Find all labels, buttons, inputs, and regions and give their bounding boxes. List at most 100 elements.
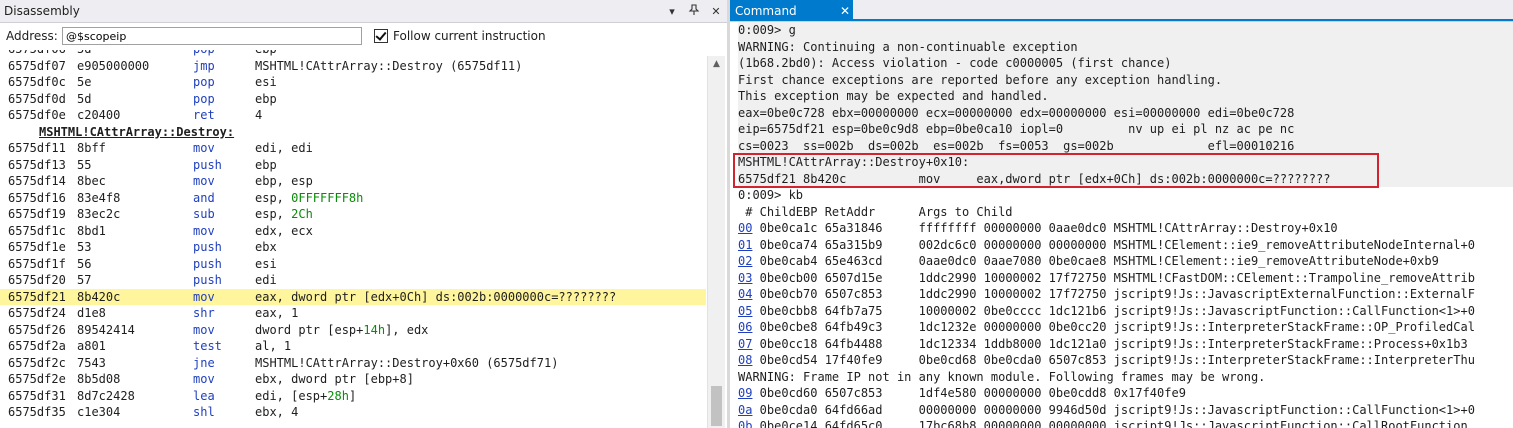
line-text: 0be0cb70 6507c853 1ddc2990 10000002 17f7… bbox=[752, 287, 1475, 301]
address-bar: Address: Follow current instruction bbox=[0, 23, 727, 49]
pin-icon[interactable] bbox=[683, 3, 705, 19]
disassembly-row[interactable]: 6575df0d 5d pop ebp bbox=[0, 91, 706, 108]
line-text: 0be0ca1c 65a31846 ffffffff 00000000 0aae… bbox=[752, 221, 1338, 235]
disassembly-row[interactable]: 6575df26 89542414 mov dword ptr [esp+14h], … bbox=[0, 322, 706, 339]
instruction-address: 6575df1f bbox=[8, 256, 66, 271]
instruction-operands: MSHTML!CAttrArray::Destroy+0x60 (6575df7… bbox=[255, 355, 558, 372]
disassembly-pane: Disassembly ▾ ✕ Address: Follow current … bbox=[0, 0, 727, 428]
instruction-mnemonic: pop bbox=[193, 75, 215, 89]
operand-text: ebx, dword ptr [ebp+8] bbox=[255, 372, 414, 386]
disassembly-row[interactable]: 6575df2a a801 test al, 1 bbox=[0, 338, 706, 355]
tab-command[interactable]: Command ✕ bbox=[730, 0, 853, 21]
instruction-bytes: 57 bbox=[77, 273, 92, 287]
instruction-address: 6575df06 bbox=[8, 50, 66, 58]
disassembly-listing[interactable]: 6575df06 5d pop ebp 6575df07 e905000000 jmp MSH… bbox=[0, 50, 706, 428]
command-output[interactable]: 0:009> g WARNING: Continuing a non-contin… bbox=[738, 22, 1513, 428]
scroll-up-arrow-icon[interactable]: ▲ bbox=[708, 56, 725, 73]
instruction-operands: ebp bbox=[255, 91, 277, 108]
frame-number-link[interactable]: 09 bbox=[738, 386, 752, 400]
instruction-operands: edi, edi bbox=[255, 140, 313, 157]
instruction-bytes: 83ec2c bbox=[77, 207, 121, 221]
disassembly-row[interactable]: 6575df13 55 push ebp bbox=[0, 157, 706, 174]
line-text: # ChildEBP RetAddr Args to Child bbox=[738, 204, 1013, 219]
frame-number-link[interactable]: 07 bbox=[738, 337, 752, 351]
operand-text: esp, bbox=[255, 190, 292, 205]
command-output-line: WARNING: Continuing a non-continuable ex… bbox=[738, 38, 1513, 55]
current-instruction-row[interactable]: 6575df21 8b420c mov eax, dword ptr [edx+0Ch… bbox=[0, 288, 706, 306]
disassembly-row[interactable]: 6575df19 83ec2c sub esp, 2Ch bbox=[0, 206, 706, 223]
disassembly-row[interactable]: 6575df1f 56 push esi bbox=[0, 256, 706, 273]
disassembly-row[interactable]: 6575df0e c20400 ret 4 bbox=[0, 107, 706, 124]
disassembly-row[interactable]: 6575df1e 53 push ebx bbox=[0, 239, 706, 256]
instruction-address: 6575df1c bbox=[8, 223, 66, 238]
disassembly-row[interactable]: 6575df16 83e4f8 and esp, 0FFFFFFF8h bbox=[0, 190, 706, 207]
frame-number-link[interactable]: 05 bbox=[738, 304, 752, 318]
disassembly-row[interactable]: 6575df1c 8bd1 mov edx, ecx bbox=[0, 223, 706, 240]
instruction-operands: edi bbox=[255, 272, 277, 289]
stack-frame-line: 0b 0be0ce14 64fd65c0 17bc68b8 00000000 0… bbox=[738, 418, 1513, 428]
frame-number-link[interactable]: 06 bbox=[738, 320, 752, 334]
instruction-mnemonic: mov bbox=[193, 141, 215, 155]
instruction-mnemonic: and bbox=[193, 190, 215, 205]
command-output-line: # ChildEBP RetAddr Args to Child bbox=[738, 204, 1513, 221]
instruction-address: 6575df24 bbox=[8, 306, 66, 320]
frame-number-link[interactable]: 0a bbox=[738, 403, 752, 417]
stack-frame-line: 00 0be0ca1c 65a31846 ffffffff 00000000 0… bbox=[738, 220, 1513, 237]
frame-number-link[interactable]: 04 bbox=[738, 287, 752, 301]
instruction-mnemonic: lea bbox=[193, 388, 215, 403]
close-icon[interactable]: ✕ bbox=[705, 5, 727, 18]
command-output-line: cs=0023 ss=002b ds=002b es=002b fs=0053 … bbox=[738, 137, 1513, 154]
instruction-address: 6575df2a bbox=[8, 339, 66, 353]
line-text: This exception may be expected and handl… bbox=[738, 89, 1049, 103]
scrollbar-thumb[interactable] bbox=[711, 386, 722, 426]
symbol-label-row[interactable]: MSHTML!CAttrArray::Destroy: bbox=[0, 124, 706, 141]
frame-number-link[interactable]: 03 bbox=[738, 271, 752, 285]
instruction-bytes: 7543 bbox=[77, 355, 106, 370]
instruction-bytes: c20400 bbox=[77, 108, 121, 122]
disassembly-scrollbar[interactable]: ▲ bbox=[707, 56, 725, 428]
instruction-bytes: 89542414 bbox=[77, 322, 135, 337]
instruction-bytes: 5d bbox=[77, 91, 92, 106]
frame-number-link[interactable]: 01 bbox=[738, 238, 752, 252]
command-tabstrip: Command ✕ bbox=[730, 0, 1513, 22]
disassembly-row[interactable]: 6575df20 57 push edi bbox=[0, 272, 706, 289]
disassembly-row[interactable]: 6575df11 8bff mov edi, edi bbox=[0, 140, 706, 157]
line-text: 0be0cd54 17f40fe9 0be0cd68 0be0cda0 6507… bbox=[752, 353, 1475, 367]
follow-current-instruction-checkbox[interactable]: Follow current instruction bbox=[374, 29, 546, 43]
disassembly-row[interactable]: 6575df2c 7543 jne MSHTML!CAttrArray::Destro… bbox=[0, 355, 706, 372]
disassembly-row[interactable]: 6575df35 c1e304 shl ebx, 4 bbox=[0, 404, 706, 421]
instruction-operands: ebx bbox=[255, 239, 277, 256]
line-text: 0be0cbb8 64fb7a75 10000002 0be0cccc 1dc1… bbox=[752, 303, 1475, 318]
instruction-operands: dword ptr [esp+14h], edx bbox=[255, 322, 428, 339]
address-input[interactable] bbox=[62, 27, 362, 45]
disassembly-row[interactable]: 6575df2e 8b5d08 mov ebx, dword ptr [ebp+8] bbox=[0, 371, 706, 388]
instruction-operands: eax, dword ptr [edx+0Ch] ds:002b:0000000… bbox=[255, 289, 616, 306]
instruction-bytes: 56 bbox=[77, 256, 92, 271]
operand-text: ebp bbox=[255, 91, 277, 106]
line-text: 0be0cb00 6507d15e 1ddc2990 10000002 17f7… bbox=[752, 270, 1475, 285]
instruction-address: 6575df31 bbox=[8, 388, 66, 403]
instruction-operands: esi bbox=[255, 256, 277, 273]
command-output-line: MSHTML!CAttrArray::Destroy+0x10: bbox=[738, 154, 1513, 171]
disassembly-row[interactable]: 6575df31 8d7c2428 lea edi, [esp+28h] bbox=[0, 388, 706, 405]
disassembly-row[interactable]: 6575df0c 5e pop esi bbox=[0, 74, 706, 91]
dropdown-icon[interactable]: ▾ bbox=[661, 5, 683, 18]
frame-number-link[interactable]: 08 bbox=[738, 353, 752, 367]
command-pane: Command ✕ 0:009> g WARNING: Continuing a … bbox=[730, 0, 1513, 428]
close-tab-icon[interactable]: ✕ bbox=[837, 4, 853, 18]
disassembly-row[interactable]: 6575df24 d1e8 shr eax, 1 bbox=[0, 305, 706, 322]
line-text: (1b68.2bd0): Access violation - code c00… bbox=[738, 56, 1172, 70]
line-text: 0:009> g bbox=[738, 23, 796, 37]
operand-text: dword ptr [esp+ bbox=[255, 322, 364, 337]
instruction-mnemonic: push bbox=[193, 240, 222, 254]
frame-number-link[interactable]: 00 bbox=[738, 221, 752, 235]
operand-text: edi bbox=[255, 273, 277, 287]
disassembly-row[interactable]: 6575df14 8bec mov ebp, esp bbox=[0, 173, 706, 190]
frame-number-link[interactable]: 02 bbox=[738, 254, 752, 268]
checkbox-checked-icon[interactable] bbox=[374, 29, 388, 43]
frame-number-link[interactable]: 0b bbox=[738, 419, 752, 428]
operand-immediate: 2Ch bbox=[291, 207, 313, 221]
disassembly-row[interactable]: 6575df07 e905000000 jmp MSHTML!CAttrArray::… bbox=[0, 58, 706, 75]
operand-text: 4 bbox=[255, 108, 263, 122]
disassembly-row[interactable]: 6575df06 5d pop ebp bbox=[0, 50, 706, 58]
